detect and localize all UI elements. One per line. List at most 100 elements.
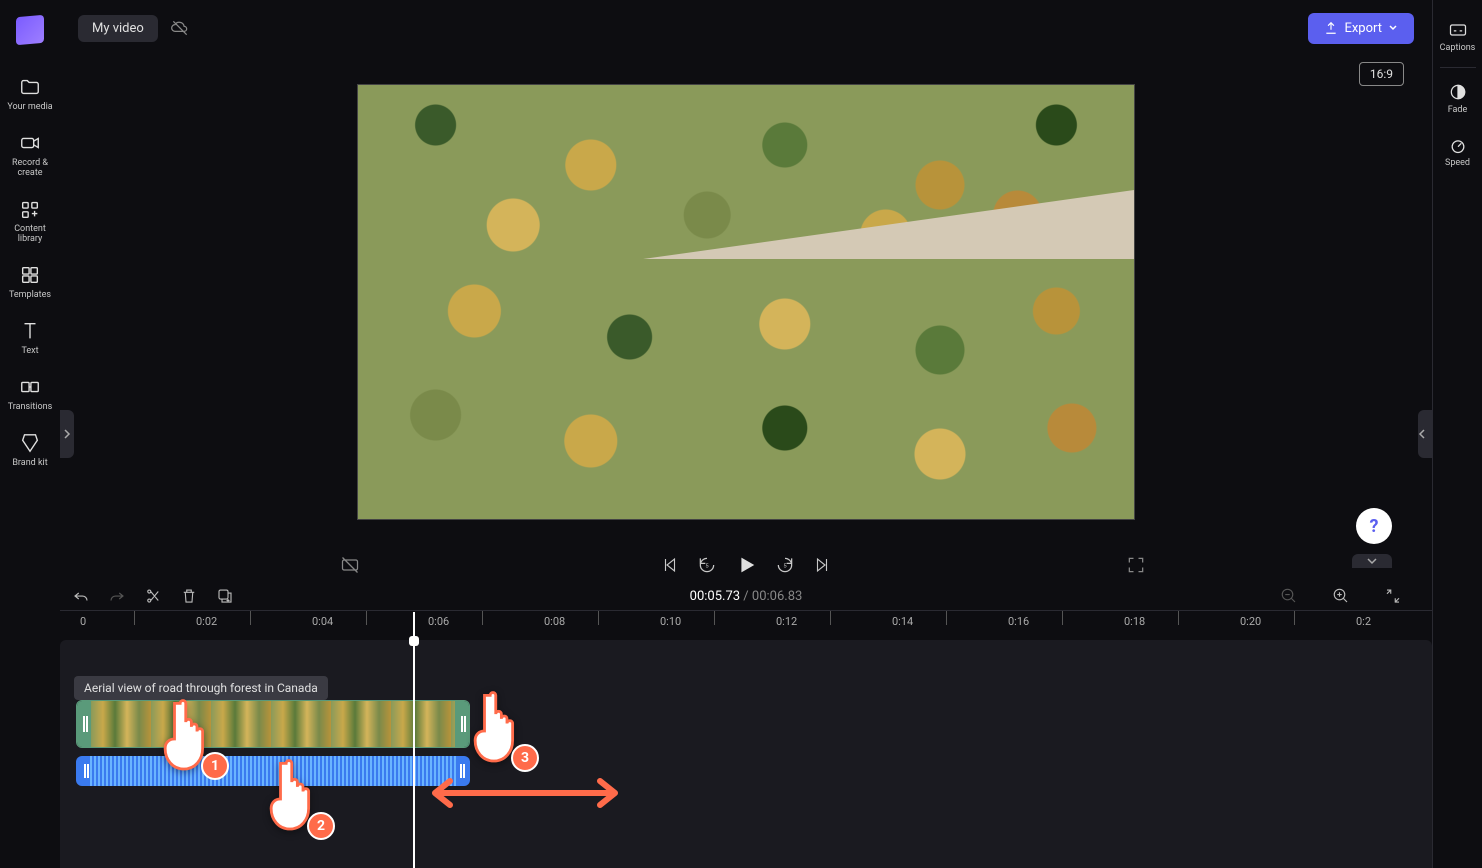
tick-label: 0:20	[1240, 615, 1261, 628]
tick-label: 0:18	[1124, 615, 1145, 628]
fullscreen-button[interactable]	[1126, 555, 1146, 575]
nav-label: Content library	[2, 224, 58, 244]
duplicate-button[interactable]	[216, 587, 234, 605]
top-bar: My video Export	[60, 0, 1432, 56]
right-fade[interactable]: Fade	[1433, 72, 1482, 125]
skip-forward-button[interactable]	[813, 556, 831, 574]
app-logo[interactable]	[16, 15, 44, 45]
redo-button	[108, 587, 126, 605]
right-speed[interactable]: Speed	[1433, 125, 1482, 178]
zoom-out-button[interactable]	[1280, 587, 1298, 605]
tick	[366, 611, 367, 625]
nav-label: Brand kit	[12, 458, 47, 468]
templates-icon	[19, 264, 41, 286]
audio-handle-right[interactable]	[456, 756, 466, 786]
nav-label: Templates	[9, 290, 51, 300]
playhead-handle[interactable]	[409, 636, 419, 646]
nav-your-media[interactable]: Your media	[0, 66, 60, 122]
audio-handle-left[interactable]	[80, 756, 90, 786]
nav-text[interactable]: Text	[0, 310, 60, 366]
nav-transitions[interactable]: Transitions	[0, 366, 60, 422]
video-clip[interactable]	[76, 700, 470, 748]
right-sidebar: Captions Fade Speed	[1432, 0, 1482, 868]
folder-icon	[19, 76, 41, 98]
left-sidebar: Your media Record & create Content libra…	[0, 0, 60, 868]
svg-text:5: 5	[705, 564, 709, 570]
tick	[482, 611, 483, 625]
tick	[830, 611, 831, 625]
time-separator: /	[740, 589, 752, 604]
fit-timeline-button[interactable]	[1384, 587, 1402, 605]
tick	[134, 611, 135, 625]
right-label: Fade	[1448, 105, 1468, 115]
clip-handle-right[interactable]	[455, 701, 469, 747]
tick-label: 0	[80, 615, 86, 628]
undo-button[interactable]	[72, 587, 90, 605]
tick-label: 0:04	[312, 615, 333, 628]
project-name[interactable]: My video	[78, 15, 158, 42]
text-icon	[19, 320, 41, 342]
timeline-tracks[interactable]: Aerial view of road through forest in Ca…	[60, 640, 1432, 868]
audio-waveform	[90, 756, 456, 786]
tick-label: 0:16	[1008, 615, 1029, 628]
clip-handle-left[interactable]	[77, 701, 91, 747]
tick-label: 0:02	[196, 615, 217, 628]
nav-templates[interactable]: Templates	[0, 254, 60, 310]
tick	[1062, 611, 1063, 625]
cloud-sync-icon[interactable]	[170, 18, 190, 38]
timeline-ruler[interactable]: 0 0:02 0:04 0:06 0:08 0:10 0:12 0:14 0:1…	[60, 610, 1432, 640]
nav-label: Transitions	[8, 402, 53, 412]
rewind-5-button[interactable]: 5	[697, 555, 717, 575]
playback-controls: 5 5	[60, 548, 1432, 582]
chevron-down-icon	[1388, 23, 1398, 33]
upload-icon	[1324, 21, 1338, 35]
help-button[interactable]: ?	[1356, 508, 1392, 544]
export-button[interactable]: Export	[1308, 13, 1414, 44]
split-button[interactable]	[144, 587, 162, 605]
nav-brand-kit[interactable]: Brand kit	[0, 422, 60, 478]
tick	[714, 611, 715, 625]
safe-zone-icon[interactable]	[340, 555, 360, 575]
collapse-preview-tab[interactable]	[1352, 554, 1392, 568]
clip-thumbnail	[91, 701, 455, 747]
time-display: 00:05.73 / 00:06.83	[690, 589, 803, 604]
captions-icon	[1448, 20, 1468, 40]
divider	[1440, 67, 1476, 68]
chevron-down-icon	[1366, 557, 1378, 565]
delete-button[interactable]	[180, 587, 198, 605]
tick-label: 0:06	[428, 615, 449, 628]
camera-icon	[19, 132, 41, 154]
brandkit-icon	[19, 432, 41, 454]
tick	[1178, 611, 1179, 625]
tick-label: 0:2	[1356, 615, 1371, 628]
tick-label: 0:08	[544, 615, 565, 628]
tick	[946, 611, 947, 625]
right-captions[interactable]: Captions	[1433, 10, 1482, 63]
export-label: Export	[1344, 21, 1382, 36]
library-icon	[19, 198, 41, 220]
zoom-in-button[interactable]	[1332, 587, 1350, 605]
preview-content	[358, 259, 1134, 519]
nav-record-create[interactable]: Record & create	[0, 122, 60, 188]
nav-content-library[interactable]: Content library	[0, 188, 60, 254]
nav-label: Record & create	[2, 158, 58, 178]
transitions-icon	[19, 376, 41, 398]
fade-icon	[1448, 82, 1468, 102]
forward-5-button[interactable]: 5	[775, 555, 795, 575]
tick	[1294, 611, 1295, 625]
skip-back-button[interactable]	[661, 556, 679, 574]
current-time: 00:05.73	[690, 589, 740, 604]
play-button[interactable]	[735, 554, 757, 576]
svg-text:5: 5	[783, 564, 787, 570]
clip-tooltip: Aerial view of road through forest in Ca…	[74, 676, 328, 700]
nav-label: Your media	[7, 102, 52, 112]
audio-clip[interactable]	[76, 756, 470, 786]
preview-area	[60, 56, 1432, 548]
preview-canvas[interactable]	[357, 84, 1135, 520]
total-time: 00:06.83	[752, 589, 802, 604]
aspect-ratio-button[interactable]: 16:9	[1359, 62, 1404, 86]
speed-icon	[1448, 135, 1468, 155]
tick	[598, 611, 599, 625]
nav-label: Text	[21, 346, 38, 356]
tick-label: 0:14	[892, 615, 913, 628]
